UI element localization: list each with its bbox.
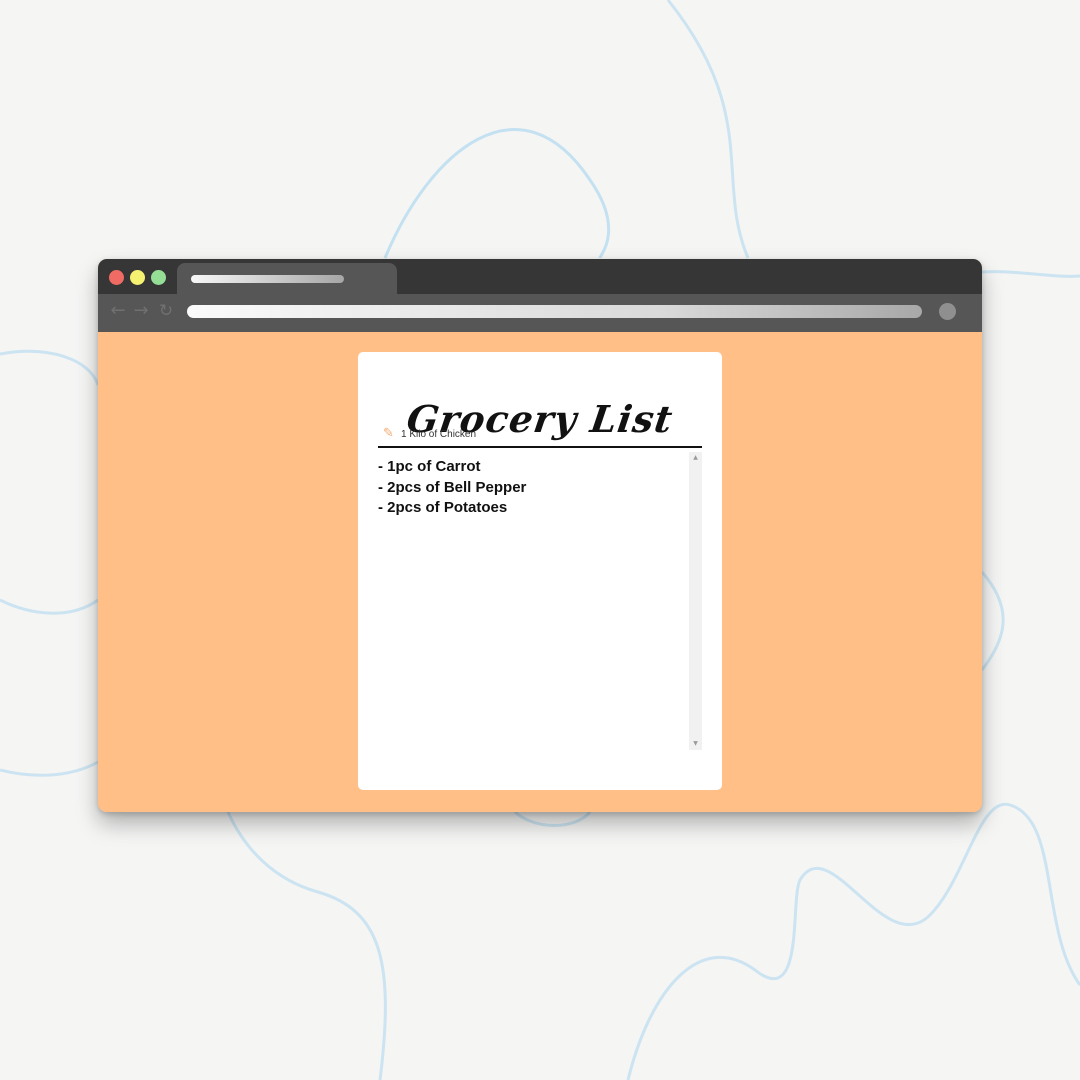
grocery-list-scroll-area[interactable]: - 1pc of Carrot - 2pcs of Bell Pepper - …: [378, 452, 702, 750]
background-squiggle: [513, 810, 592, 827]
browser-toolbar: ← → ↻: [98, 294, 982, 332]
background-squiggle: [226, 811, 387, 1080]
maximize-window-dot[interactable]: [151, 270, 166, 285]
pencil-icon: ✎: [383, 426, 394, 441]
reload-icon[interactable]: ↻: [157, 301, 175, 321]
browser-tab[interactable]: [177, 263, 397, 294]
profile-avatar-icon[interactable]: [939, 303, 956, 320]
background-squiggle: [981, 270, 1080, 278]
background-squiggle: [626, 802, 1080, 1080]
background-squiggle: [383, 128, 611, 259]
browser-titlebar: [98, 259, 982, 294]
background-squiggle: [0, 760, 99, 777]
forward-arrow-icon[interactable]: →: [132, 301, 150, 321]
page-viewport: Grocery List ✎ - 1pc of Carrot - 2pcs of…: [98, 332, 982, 812]
grocery-item-input[interactable]: [401, 426, 686, 443]
list-item: - 1pc of Carrot: [378, 458, 481, 475]
scroll-down-icon[interactable]: ▼: [689, 738, 702, 750]
screenshot-canvas: ← → ↻ Grocery List ✎ - 1pc of Carrot - 2…: [0, 0, 1080, 1080]
background-squiggle: [0, 349, 100, 386]
scroll-up-icon[interactable]: ▲: [689, 452, 702, 464]
address-bar[interactable]: [187, 305, 922, 318]
minimize-window-dot[interactable]: [130, 270, 145, 285]
close-window-dot[interactable]: [109, 270, 124, 285]
background-squiggle: [0, 598, 99, 615]
vertical-scrollbar[interactable]: ▲ ▼: [689, 452, 702, 750]
browser-window: ← → ↻ Grocery List ✎ - 1pc of Carrot - 2…: [98, 259, 982, 812]
background-squiggle: [666, 0, 750, 259]
new-item-field[interactable]: ✎: [378, 426, 702, 448]
grocery-list: - 1pc of Carrot - 2pcs of Bell Pepper - …: [378, 457, 678, 519]
grocery-card: Grocery List ✎ - 1pc of Carrot - 2pcs of…: [358, 352, 722, 790]
background-squiggle: [980, 571, 1005, 671]
tab-title-placeholder: [191, 275, 344, 283]
list-item: - 2pcs of Bell Pepper: [378, 478, 527, 496]
list-item: - 2pcs of Potatoes: [378, 499, 508, 516]
back-arrow-icon[interactable]: ←: [109, 301, 127, 321]
